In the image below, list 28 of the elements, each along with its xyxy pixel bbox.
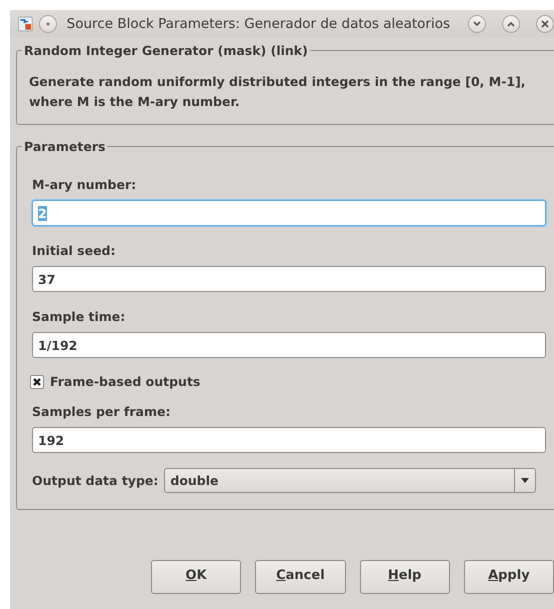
- block-description: Generate random uniformly distributed integers in the range [0, M-1], where M is the M-ary number.: [29, 73, 527, 111]
- input-field[interactable]: 1/192: [32, 332, 546, 358]
- field-label: Samples per frame:: [32, 404, 172, 419]
- group-title: Parameters: [23, 139, 106, 154]
- input-field[interactable]: 37: [32, 266, 546, 292]
- chevron-up-icon: [506, 20, 516, 28]
- input-field[interactable]: 192: [32, 427, 546, 453]
- field-label: Initial seed:: [32, 243, 117, 258]
- group-title: Random Integer Generator (mask) (link): [23, 43, 309, 58]
- close-icon: [540, 18, 550, 28]
- dialog-button[interactable]: Apply: [464, 560, 554, 594]
- field-label: Sample time:: [32, 309, 126, 324]
- minimize-button[interactable]: [468, 14, 486, 32]
- maximize-button[interactable]: [502, 14, 520, 32]
- checkbox[interactable]: [30, 374, 44, 388]
- close-button[interactable]: [536, 14, 554, 32]
- dialog-button[interactable]: OK: [151, 560, 242, 594]
- dialog-button[interactable]: Help: [360, 560, 450, 594]
- field-label: M-ary number:: [32, 177, 138, 192]
- checkbox-label: Frame-based outputs: [50, 374, 200, 389]
- field-label: Output data type:: [32, 473, 158, 488]
- app-icon: [18, 14, 33, 32]
- dot-icon: [46, 22, 50, 26]
- dropdown[interactable]: double: [164, 468, 536, 493]
- dialog-button[interactable]: Cancel: [255, 560, 346, 594]
- chevron-down-icon: [472, 20, 482, 28]
- caret-icon: [521, 478, 530, 483]
- window-title: Source Block Parameters: Generador de datos aleatorios: [66, 16, 450, 32]
